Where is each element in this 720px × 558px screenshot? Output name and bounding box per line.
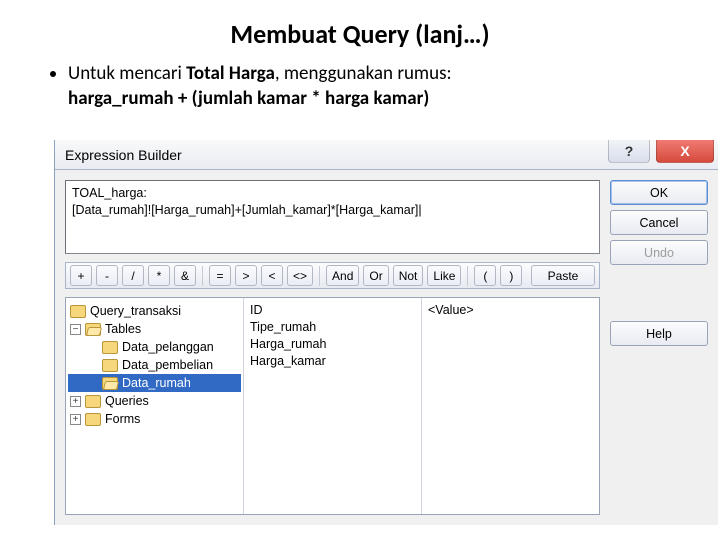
folder-icon <box>102 341 118 354</box>
lower-panels: Query_transaksi − Tables Data_pelanggan <box>65 297 600 515</box>
slide-title: Membuat Query (lanj…) <box>0 18 720 50</box>
folder-open-icon <box>102 377 118 390</box>
expand-icon[interactable]: + <box>70 414 81 425</box>
tree-node-tables[interactable]: − Tables <box>68 320 241 338</box>
right-button-column: OK Cancel Undo Help <box>610 180 708 515</box>
slide-body: Untuk mencari Total Harga, menggunakan r… <box>0 62 720 121</box>
op-gt[interactable]: > <box>235 265 257 286</box>
field-item[interactable]: Tipe_rumah <box>250 319 415 336</box>
expr-line1: TOAL_harga: <box>72 186 147 200</box>
close-button[interactable]: X <box>656 140 714 163</box>
source-tree-panel[interactable]: Query_transaksi − Tables Data_pelanggan <box>66 298 243 514</box>
tree-label: Data_pembelian <box>122 358 213 372</box>
bullet-item: Untuk mencari Total Harga, menggunakan r… <box>68 62 680 111</box>
folder-open-icon <box>85 323 101 336</box>
field-item[interactable]: Harga_rumah <box>250 336 415 353</box>
tree-label: Data_rumah <box>122 376 191 390</box>
tree-node-queries[interactable]: + Queries <box>68 392 241 410</box>
expr-line2: [Data_rumah]![Harga_rumah]+[Jumlah_kamar… <box>72 203 422 217</box>
expression-builder-window: Expression Builder ? X TOAL_harga: [Data… <box>54 140 718 525</box>
separator <box>202 266 203 286</box>
folder-icon <box>70 305 86 318</box>
tree-node-forms[interactable]: + Forms <box>68 410 241 428</box>
tree-label: Forms <box>105 412 140 426</box>
tree-label: Tables <box>105 322 141 336</box>
undo-button[interactable]: Undo <box>610 240 708 265</box>
op-amp[interactable]: & <box>174 265 196 286</box>
op-or[interactable]: Or <box>363 265 388 286</box>
tree-label: Data_pelanggan <box>122 340 214 354</box>
collapse-icon[interactable]: − <box>70 324 81 335</box>
op-eq[interactable]: = <box>209 265 231 286</box>
client-area: TOAL_harga: [Data_rumah]![Harga_rumah]+[… <box>55 170 718 525</box>
folder-icon <box>85 413 101 426</box>
tree-node-query[interactable]: Query_transaksi <box>68 302 241 320</box>
titlebar[interactable]: Expression Builder ? X <box>55 140 718 170</box>
field-item[interactable]: Harga_kamar <box>250 353 415 370</box>
values-panel[interactable]: <Value> <box>421 298 599 514</box>
op-minus[interactable]: - <box>96 265 118 286</box>
ok-button[interactable]: OK <box>610 180 708 205</box>
tree-label: Queries <box>105 394 149 408</box>
folder-icon <box>85 395 101 408</box>
window-buttons: ? X <box>608 140 718 169</box>
op-like[interactable]: Like <box>427 265 461 286</box>
paste-button[interactable]: Paste <box>531 265 595 286</box>
expand-icon[interactable]: + <box>70 396 81 407</box>
window-title: Expression Builder <box>65 147 182 163</box>
separator <box>319 266 320 286</box>
bullet-prefix: Untuk mencari <box>68 62 186 85</box>
help-titlebar-button[interactable]: ? <box>608 140 650 163</box>
op-not[interactable]: Not <box>393 265 424 286</box>
expression-textarea[interactable]: TOAL_harga: [Data_rumah]![Harga_rumah]+[… <box>65 180 600 254</box>
operator-toolbar: + - / * & = > < <> And Or Not Like ( ) P… <box>65 262 600 289</box>
tree-node-data-rumah[interactable]: Data_rumah <box>68 374 241 392</box>
op-plus[interactable]: + <box>70 265 92 286</box>
bullet-bold: Total Harga <box>186 62 275 85</box>
op-lt[interactable]: < <box>261 265 283 286</box>
op-div[interactable]: / <box>122 265 144 286</box>
separator <box>467 266 468 286</box>
op-mul[interactable]: * <box>148 265 170 286</box>
tree-node-data-pembelian[interactable]: Data_pembelian <box>68 356 241 374</box>
cancel-button[interactable]: Cancel <box>610 210 708 235</box>
formula-line: harga_rumah + (jumlah kamar * harga kama… <box>68 87 680 112</box>
op-rparen[interactable]: ) <box>500 265 522 286</box>
fields-panel[interactable]: ID Tipe_rumah Harga_rumah Harga_kamar <box>243 298 421 514</box>
op-lparen[interactable]: ( <box>474 265 496 286</box>
tree-node-data-pelanggan[interactable]: Data_pelanggan <box>68 338 241 356</box>
bullet-suffix: , menggunakan rumus: <box>275 62 452 85</box>
left-column: TOAL_harga: [Data_rumah]![Harga_rumah]+[… <box>65 180 600 515</box>
tree-label: Query_transaksi <box>90 304 181 318</box>
op-and[interactable]: And <box>326 265 359 286</box>
folder-icon <box>102 359 118 372</box>
help-button[interactable]: Help <box>610 321 708 346</box>
op-ne[interactable]: <> <box>287 265 313 286</box>
field-item[interactable]: ID <box>250 302 415 319</box>
value-item[interactable]: <Value> <box>428 302 593 319</box>
